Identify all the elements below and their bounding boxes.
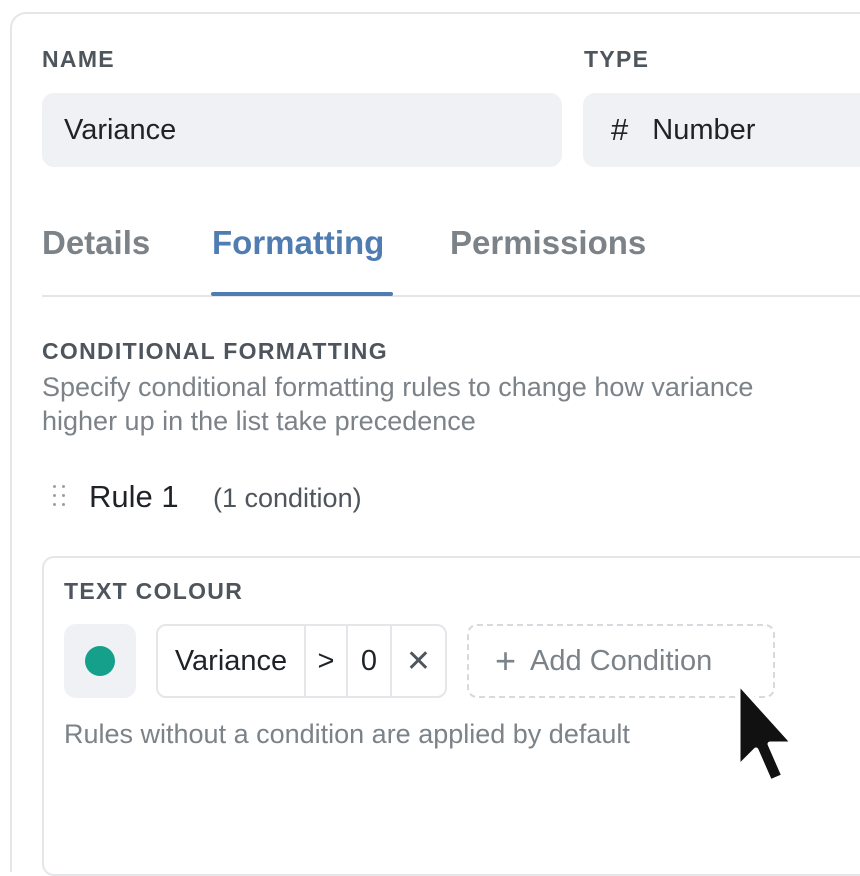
text-colour-label: TEXT COLOUR	[64, 578, 244, 604]
condition-chip[interactable]: Variance > 0 ✕	[156, 624, 447, 698]
add-condition-button[interactable]: + Add Condition	[467, 624, 775, 698]
mouse-cursor-icon	[735, 679, 797, 785]
type-select[interactable]: # Number	[583, 93, 860, 167]
rule-condition-count: (1 condition)	[213, 483, 362, 513]
description-line-1: Specify conditional formatting rules to …	[42, 372, 754, 402]
hash-icon: #	[611, 112, 629, 147]
plus-icon: +	[495, 640, 517, 681]
description-line-2: higher up in the list take precedence	[42, 406, 476, 436]
conditional-formatting-description: Specify conditional formatting rules to …	[42, 370, 860, 438]
colour-swatch	[85, 646, 115, 676]
type-select-value: Number	[652, 113, 756, 146]
default-rule-hint: Rules without a condition are applied by…	[64, 719, 630, 749]
tab-formatting[interactable]: Formatting	[212, 224, 384, 262]
tab-permissions[interactable]: Permissions	[450, 224, 646, 262]
name-label: NAME	[42, 46, 115, 72]
type-label: TYPE	[584, 46, 650, 72]
condition-field[interactable]: Variance	[158, 626, 306, 696]
colour-picker-button[interactable]	[64, 624, 136, 698]
condition-value[interactable]: 0	[348, 626, 392, 696]
condition-operator[interactable]: >	[306, 626, 348, 696]
name-input-value: Variance	[64, 113, 177, 146]
add-condition-label: Add Condition	[530, 644, 713, 677]
rule-title: Rule 1	[89, 479, 179, 514]
remove-condition-icon[interactable]: ✕	[392, 626, 445, 696]
tabs-divider	[42, 295, 860, 297]
active-tab-indicator	[211, 292, 393, 296]
name-input[interactable]: Variance	[42, 93, 562, 167]
conditional-formatting-heading: CONDITIONAL FORMATTING	[42, 338, 388, 364]
tab-details[interactable]: Details	[42, 224, 150, 262]
drag-handle-icon[interactable]	[50, 483, 72, 511]
